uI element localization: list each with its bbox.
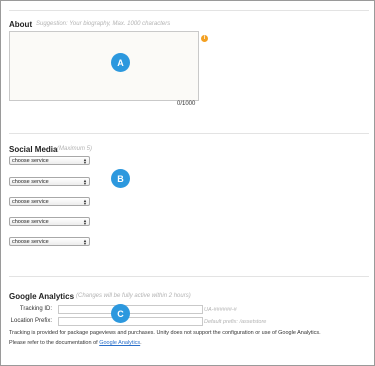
select-value: choose service: [12, 158, 49, 164]
social-service-select-1[interactable]: choose service ▲ ▼: [9, 156, 90, 165]
tracking-id-input[interactable]: [58, 305, 203, 314]
social-service-select-3[interactable]: choose service ▲ ▼: [9, 197, 90, 206]
google-analytics-doc-link[interactable]: Google Analytics: [99, 340, 140, 346]
location-prefix-input[interactable]: [58, 317, 203, 326]
about-hint: Suggestion: Your biography, Max. 1000 ch…: [36, 21, 171, 27]
callout-badge-a: A: [111, 53, 130, 72]
select-value: choose service: [12, 179, 49, 185]
about-title: About: [9, 20, 33, 29]
tracking-id-placeholder: UA-######-#: [204, 307, 237, 313]
social-service-select-2[interactable]: choose service ▲ ▼: [9, 177, 90, 186]
info-icon[interactable]: i: [201, 35, 208, 42]
location-prefix-label: Location Prefix:: [10, 318, 52, 324]
analytics-note-line2: Please refer to the documentation of Goo…: [9, 340, 142, 346]
about-char-counter: 0/1000: [177, 101, 196, 107]
analytics-note-suffix: .: [140, 340, 142, 346]
select-value: choose service: [12, 199, 49, 205]
social-media-hint: (Maximum 5): [57, 146, 93, 152]
chevron-updown-icon: ▲ ▼: [83, 218, 87, 226]
select-value: choose service: [12, 239, 49, 245]
about-divider: [9, 133, 369, 134]
social-media-title: Social Media: [9, 145, 58, 154]
chevron-updown-icon: ▲ ▼: [83, 198, 87, 206]
chevron-updown-icon: ▲ ▼: [83, 157, 87, 165]
callout-badge-b: B: [111, 169, 130, 188]
social-divider: [9, 276, 369, 277]
social-service-select-4[interactable]: choose service ▲ ▼: [9, 217, 90, 226]
analytics-note-prefix: Please refer to the documentation of: [9, 340, 98, 346]
location-prefix-default-hint: Default prefix: /assetstore: [204, 319, 267, 325]
google-analytics-title: Google Analytics: [9, 292, 75, 301]
chevron-updown-icon: ▲ ▼: [83, 178, 87, 186]
top-divider: [9, 10, 369, 11]
profile-settings-panel: About Suggestion: Your biography, Max. 1…: [0, 0, 375, 366]
about-textarea[interactable]: [9, 31, 199, 101]
select-value: choose service: [12, 219, 49, 225]
callout-badge-c: C: [111, 304, 130, 323]
social-service-select-5[interactable]: choose service ▲ ▼: [9, 237, 90, 246]
tracking-id-label: Tracking ID:: [19, 306, 52, 312]
google-analytics-hint: (Changes will be fully active within 2 h…: [76, 293, 191, 299]
analytics-note-line1: Tracking is provided for package pagevie…: [9, 330, 321, 336]
chevron-updown-icon: ▲ ▼: [83, 238, 87, 246]
